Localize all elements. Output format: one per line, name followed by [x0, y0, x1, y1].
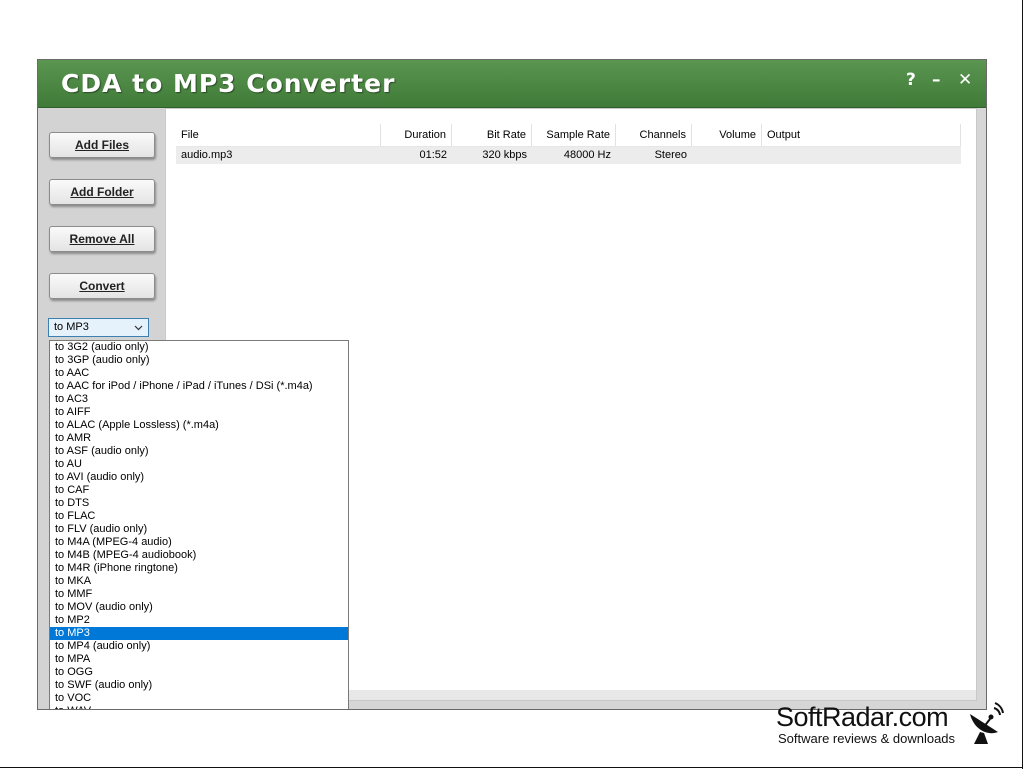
- page-border-right: [1022, 0, 1023, 769]
- column-header-channels[interactable]: Channels: [616, 124, 692, 146]
- help-button[interactable]: ?: [906, 70, 916, 90]
- table-header: File Duration Bit Rate Sample Rate Chann…: [176, 124, 961, 147]
- cell-output: [762, 147, 961, 164]
- dropdown-option[interactable]: to M4A (MPEG-4 audio): [50, 536, 348, 549]
- dropdown-option[interactable]: to MMF: [50, 588, 348, 601]
- column-header-sample-rate[interactable]: Sample Rate: [532, 124, 616, 146]
- remove-all-button[interactable]: Remove All: [49, 226, 155, 252]
- cell-duration: 01:52: [419, 149, 447, 161]
- dropdown-option[interactable]: to AVI (audio only): [50, 471, 348, 484]
- dropdown-option[interactable]: to OGG: [50, 666, 348, 679]
- convert-button[interactable]: Convert: [49, 273, 155, 299]
- title-bar[interactable]: CDA to MP3 Converter ? – ✕: [38, 60, 986, 108]
- column-header-duration[interactable]: Duration: [381, 124, 452, 146]
- dropdown-option[interactable]: to AAC: [50, 367, 348, 380]
- dropdown-option[interactable]: to MPA: [50, 653, 348, 666]
- column-header-bitrate[interactable]: Bit Rate: [452, 124, 532, 146]
- output-format-select[interactable]: to MP3: [48, 318, 149, 337]
- dropdown-option[interactable]: to SWF (audio only): [50, 679, 348, 692]
- dropdown-option[interactable]: to AC3: [50, 393, 348, 406]
- dropdown-option[interactable]: to AMR: [50, 432, 348, 445]
- dropdown-option[interactable]: to FLV (audio only): [50, 523, 348, 536]
- dropdown-option[interactable]: to M4R (iPhone ringtone): [50, 562, 348, 575]
- dropdown-option[interactable]: to WAV: [50, 705, 348, 709]
- chevron-down-icon[interactable]: [134, 319, 143, 342]
- add-files-button[interactable]: Add Files: [49, 132, 155, 158]
- watermark-brand: SoftRadar.com: [776, 702, 949, 732]
- format-dropdown-list: to 3G2 (audio only) to 3GP (audio only) to…: [49, 340, 349, 709]
- column-header-output[interactable]: Output: [762, 124, 961, 146]
- table-row[interactable]: audio.mp3 01:52 320 kbps 48000 Hz Stereo: [176, 147, 961, 164]
- dropdown-option[interactable]: to DTS: [50, 497, 348, 510]
- cell-bitrate: 320 kbps: [482, 149, 527, 161]
- add-folder-button[interactable]: Add Folder: [49, 179, 155, 205]
- dropdown-option[interactable]: to MP4 (audio only): [50, 640, 348, 653]
- cell-volume: [692, 147, 762, 164]
- dropdown-option[interactable]: to MKA: [50, 575, 348, 588]
- column-header-volume[interactable]: Volume: [692, 124, 762, 146]
- page-border-bottom: [0, 767, 1023, 768]
- softradar-watermark: SoftRadar.com Software reviews & downloa…: [776, 702, 1006, 748]
- column-header-file[interactable]: File: [176, 124, 381, 146]
- dropdown-option[interactable]: to MP2: [50, 614, 348, 627]
- file-table: File Duration Bit Rate Sample Rate Chann…: [176, 124, 961, 164]
- dropdown-option[interactable]: to M4B (MPEG-4 audiobook): [50, 549, 348, 562]
- output-format-value: to MP3: [54, 321, 89, 333]
- dropdown-option[interactable]: to CAF: [50, 484, 348, 497]
- watermark-tagline: Software reviews & downloads: [778, 731, 956, 746]
- minimize-button[interactable]: –: [932, 70, 941, 90]
- dropdown-option[interactable]: to AAC for iPod / iPhone / iPad / iTunes…: [50, 380, 348, 393]
- dropdown-option[interactable]: to AU: [50, 458, 348, 471]
- dropdown-option[interactable]: to ALAC (Apple Lossless) (*.m4a): [50, 419, 348, 432]
- app-title: CDA to MP3 Converter: [61, 69, 396, 98]
- dropdown-option[interactable]: to 3G2 (audio only): [50, 341, 348, 354]
- dropdown-option[interactable]: to FLAC: [50, 510, 348, 523]
- dropdown-option[interactable]: to ASF (audio only): [50, 445, 348, 458]
- dropdown-option[interactable]: to MP3: [50, 627, 348, 640]
- cell-channels: Stereo: [654, 149, 687, 161]
- satellite-dish-icon: [964, 702, 1004, 751]
- dropdown-option[interactable]: to AIFF: [50, 406, 348, 419]
- cell-file: audio.mp3: [181, 149, 233, 161]
- close-button[interactable]: ✕: [958, 70, 972, 90]
- dropdown-option[interactable]: to VOC: [50, 692, 348, 705]
- dropdown-option[interactable]: to 3GP (audio only): [50, 354, 348, 367]
- app-window: CDA to MP3 Converter ? – ✕ Add Files Add…: [37, 59, 987, 710]
- cell-sample-rate: 48000 Hz: [563, 149, 611, 161]
- dropdown-option[interactable]: to MOV (audio only): [50, 601, 348, 614]
